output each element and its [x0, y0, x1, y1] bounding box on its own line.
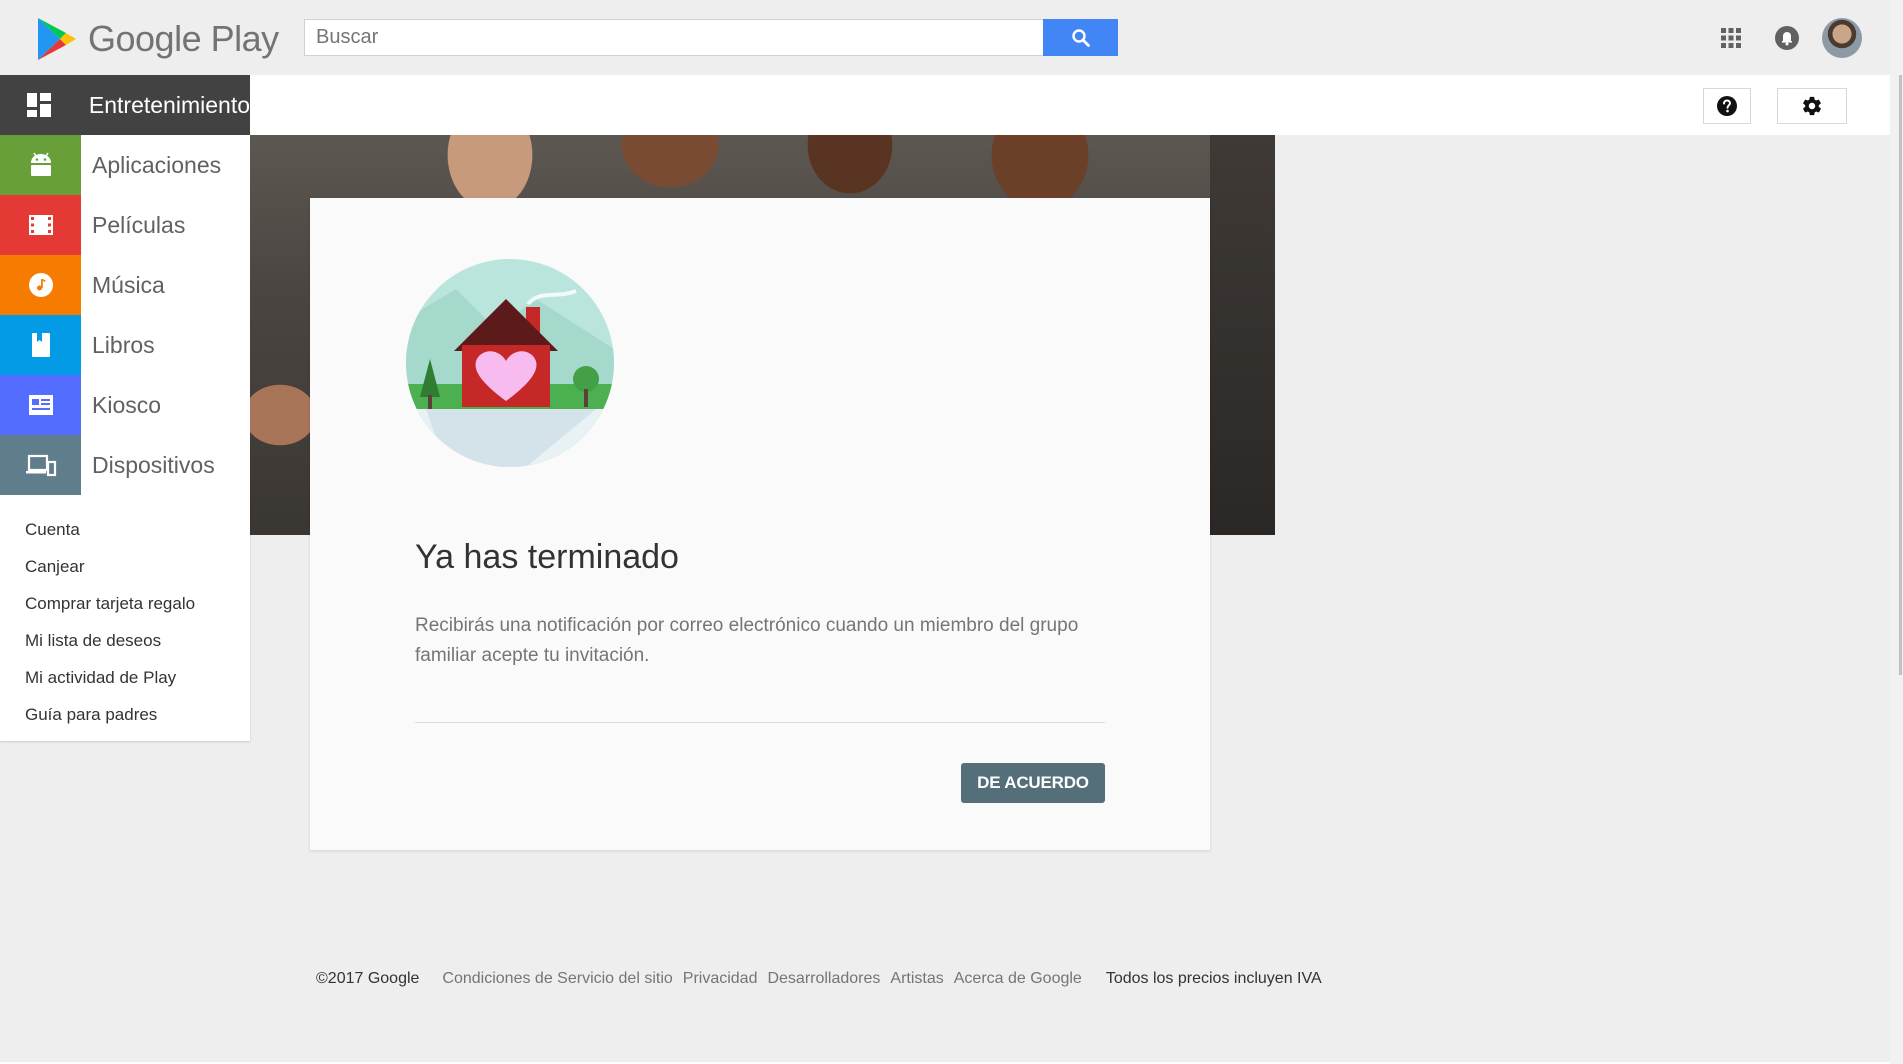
sidebar-item-books[interactable]: Libros [0, 315, 250, 375]
sidebar-item-label: Dispositivos [92, 451, 215, 478]
google-play-logo[interactable]: Google Play [36, 16, 279, 61]
link-redeem[interactable]: Canjear [0, 548, 250, 585]
sidebar-links: Cuenta Canjear Comprar tarjeta regalo Mi… [0, 495, 250, 741]
sidebar-item-label: Música [92, 271, 165, 298]
link-account[interactable]: Cuenta [0, 511, 250, 548]
link-buy-gift-card[interactable]: Comprar tarjeta regalo [0, 585, 250, 622]
sidebar-item-apps[interactable]: Aplicaciones [0, 135, 250, 195]
sidebar-item-label: Kiosco [92, 391, 162, 418]
notifications-bell-icon[interactable] [1772, 20, 1802, 56]
logo-text: Google Play [88, 17, 279, 59]
grid-icon [0, 75, 78, 135]
footer-link-about-google[interactable]: Acerca de Google [954, 970, 1082, 988]
help-button[interactable] [1703, 88, 1751, 124]
devices-icon [0, 435, 81, 495]
sidebar: Entretenimiento Aplicaciones Películas M… [0, 75, 250, 741]
family-house-illustration [406, 259, 614, 467]
sidebar-item-music[interactable]: Música [0, 255, 250, 315]
hero-photo-edge [1210, 135, 1275, 535]
film-icon [0, 195, 81, 255]
play-triangle-icon [38, 18, 76, 60]
sidebar-item-label: Películas [92, 211, 186, 238]
user-avatar[interactable] [1822, 18, 1862, 58]
help-icon [1717, 96, 1737, 116]
apps-grid-icon[interactable] [1718, 20, 1744, 56]
footer-vat-note: Todos los precios incluyen IVA [1105, 970, 1322, 987]
footer-link-developers[interactable]: Desarrolladores [767, 970, 880, 988]
sidebar-item-entertainment[interactable]: Entretenimiento [0, 75, 250, 135]
top-bar: Google Play [0, 0, 1903, 75]
sub-header [250, 75, 1890, 135]
search-input[interactable] [304, 19, 1044, 56]
footer-link-privacy[interactable]: Privacidad [683, 970, 758, 988]
dialog-title: Ya has terminado [415, 538, 679, 576]
search-button[interactable] [1043, 19, 1118, 56]
family-invite-done-dialog: Ya has terminado Recibirás una notificac… [310, 198, 1210, 850]
android-icon [0, 135, 81, 195]
footer-link-terms[interactable]: Condiciones de Servicio del sitio [442, 970, 672, 988]
link-play-activity[interactable]: Mi actividad de Play [0, 659, 250, 696]
link-parent-guide[interactable]: Guía para padres [0, 696, 250, 733]
sidebar-item-newsstand[interactable]: Kiosco [0, 375, 250, 435]
search-icon [1071, 28, 1090, 47]
book-icon [0, 315, 81, 375]
gear-icon [1803, 96, 1821, 116]
sidebar-item-label: Entretenimiento [88, 91, 250, 118]
footer: ©2017 Google Condiciones de Servicio del… [316, 970, 1322, 988]
sidebar-item-devices[interactable]: Dispositivos [0, 435, 250, 495]
music-icon [0, 255, 81, 315]
footer-link-artists[interactable]: Artistas [890, 970, 943, 988]
scrollbar-thumb[interactable] [1899, 75, 1902, 675]
sidebar-item-label: Aplicaciones [92, 151, 222, 178]
dialog-body: Recibirás una notificación por correo el… [415, 615, 1079, 666]
footer-copyright: ©2017 Google [316, 970, 420, 987]
sidebar-item-movies[interactable]: Películas [0, 195, 250, 255]
link-wishlist[interactable]: Mi lista de deseos [0, 622, 250, 659]
newsstand-icon [0, 375, 81, 435]
sidebar-item-label: Libros [92, 331, 155, 358]
ok-button[interactable]: DE ACUERDO [961, 763, 1105, 803]
settings-button[interactable] [1777, 88, 1847, 124]
dialog-divider [415, 722, 1105, 723]
